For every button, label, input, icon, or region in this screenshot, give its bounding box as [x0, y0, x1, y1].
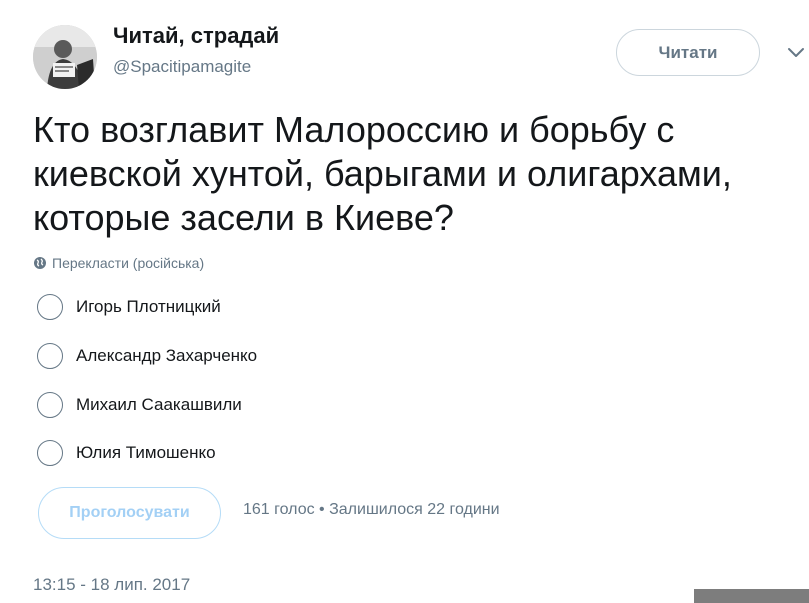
- poll-option[interactable]: Игорь Плотницкий: [37, 294, 221, 320]
- translate-link[interactable]: Перекласти (російська): [33, 255, 204, 271]
- avatar[interactable]: [33, 25, 97, 89]
- poll-option[interactable]: Александр Захарченко: [37, 343, 257, 369]
- chevron-down-icon[interactable]: [786, 42, 806, 62]
- poll-option[interactable]: Юлия Тимошенко: [37, 440, 216, 466]
- separator-dot: •: [319, 501, 325, 518]
- tweet-text: Кто возглавит Малороссию и борьбу с киев…: [33, 108, 793, 240]
- tweet-line: киевской хунтой, барыгами и олигархами,: [33, 153, 732, 194]
- time-remaining: Залишилося 22 години: [329, 501, 500, 518]
- radio-button[interactable]: [37, 294, 63, 320]
- vote-count: 161 голос: [243, 501, 315, 518]
- translate-label: Перекласти (російська): [52, 255, 205, 271]
- radio-button[interactable]: [37, 392, 63, 418]
- user-handle[interactable]: @Spacitipamagite: [113, 57, 251, 77]
- poll-option-label: Юлия Тимошенко: [76, 443, 216, 462]
- poll-option-label: Михаил Саакашвили: [76, 395, 242, 414]
- tweet-line: которые засели в Киеве?: [33, 197, 454, 238]
- radio-button[interactable]: [37, 343, 63, 369]
- avatar-image: [33, 25, 97, 89]
- follow-button[interactable]: Читати: [616, 29, 760, 76]
- globe-icon: [34, 257, 46, 269]
- poll-option-label: Александр Захарченко: [76, 346, 258, 365]
- poll-option-label: Игорь Плотницкий: [76, 297, 221, 316]
- tweet-timestamp[interactable]: 13:15 - 18 лип. 2017: [33, 575, 190, 595]
- poll-meta: 161 голос • Залишилося 22 години: [243, 501, 500, 519]
- radio-button[interactable]: [37, 440, 63, 466]
- corner-overlay: [694, 589, 809, 603]
- vote-button[interactable]: Проголосувати: [38, 487, 221, 539]
- tweet-line: Кто возглавит Малороссию и борьбу с: [33, 109, 675, 150]
- poll-option[interactable]: Михаил Саакашвили: [37, 392, 242, 418]
- display-name[interactable]: Читай, страдай: [113, 23, 279, 49]
